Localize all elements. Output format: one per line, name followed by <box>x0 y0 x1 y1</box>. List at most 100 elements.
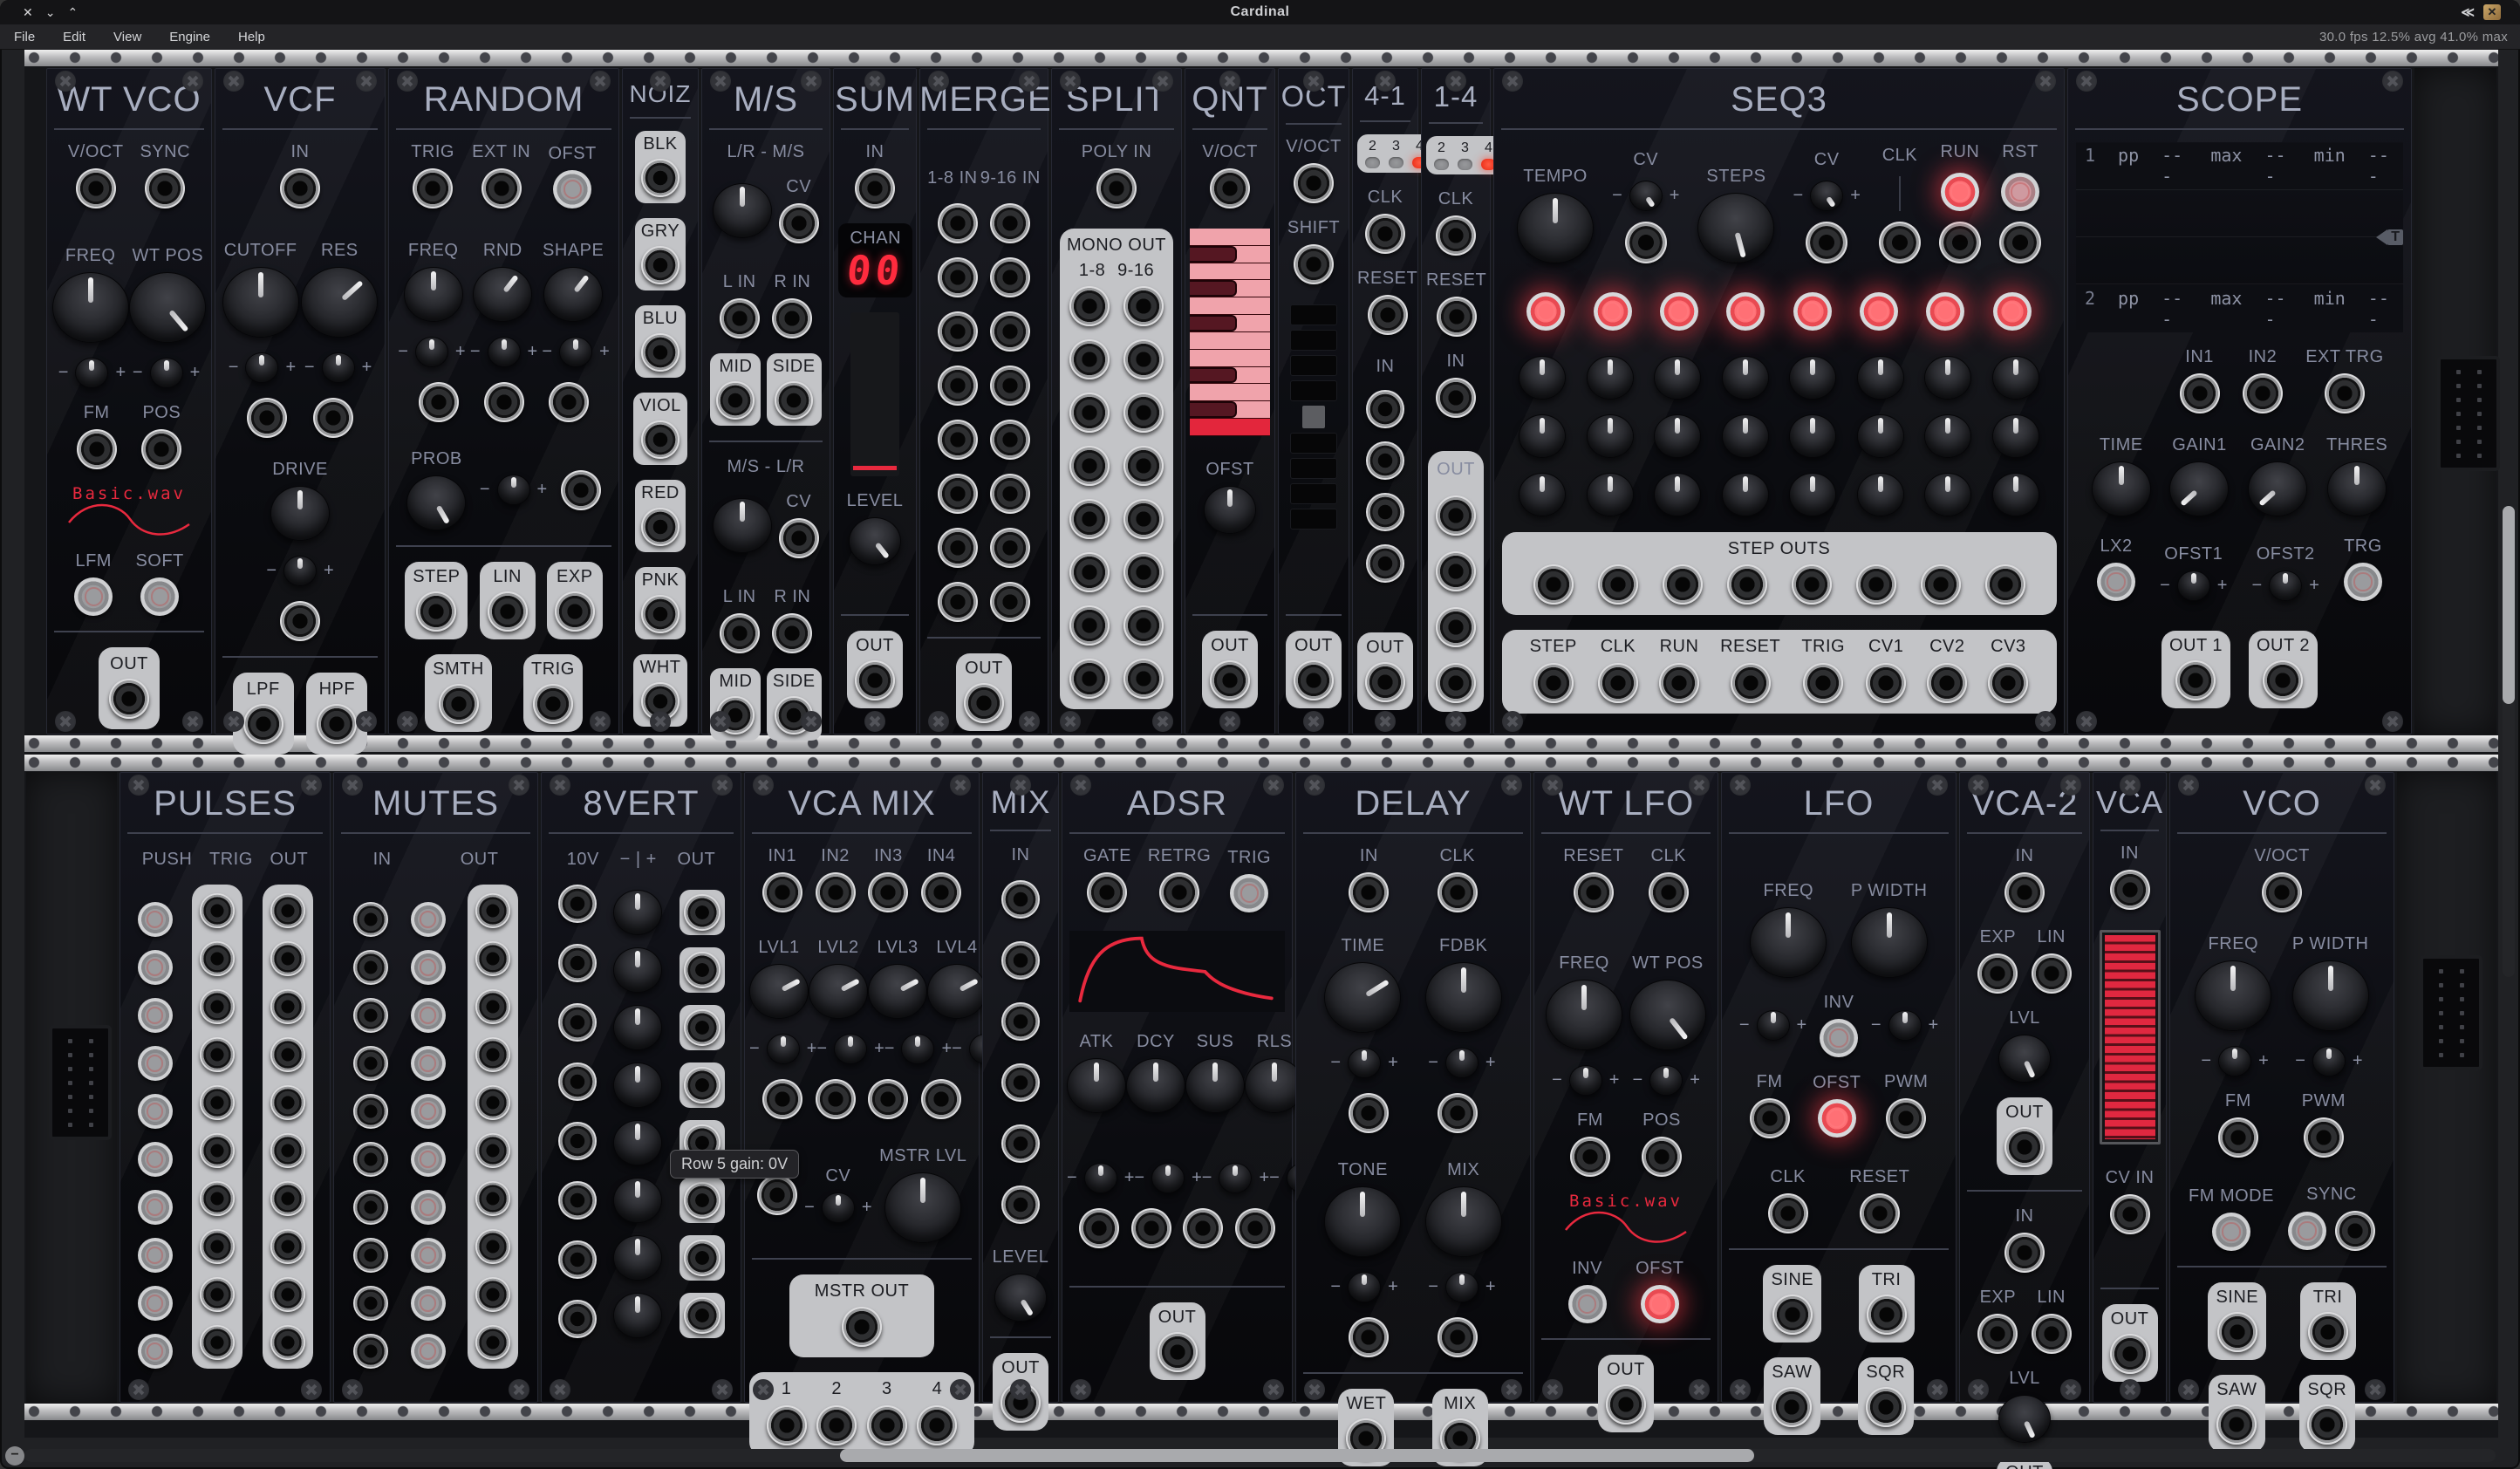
knob-knob[interactable] <box>1992 356 2039 400</box>
jack-port[interactable] <box>684 894 720 931</box>
jack-port[interactable] <box>1366 493 1404 531</box>
jack-port[interactable] <box>475 1181 510 1216</box>
jack-port[interactable] <box>868 1079 908 1119</box>
port-out[interactable] <box>1606 1384 1646 1425</box>
port-cv-cv[interactable] <box>1806 222 1847 263</box>
port-trig[interactable] <box>1803 663 1843 703</box>
jack-port[interactable] <box>1001 880 1040 919</box>
jack-port[interactable] <box>842 1307 882 1347</box>
trim-cv[interactable] <box>1629 181 1663 211</box>
knob-knob[interactable] <box>1587 414 1634 458</box>
jack-port[interactable] <box>990 528 1030 568</box>
jack-port[interactable] <box>200 941 235 976</box>
octave-step[interactable] <box>1290 355 1337 376</box>
port-lin[interactable] <box>2032 953 2072 994</box>
port-in[interactable] <box>2110 870 2150 910</box>
jack-port[interactable] <box>200 989 235 1024</box>
port-in[interactable] <box>280 168 320 208</box>
push-button[interactable] <box>138 998 173 1033</box>
gain-knob[interactable] <box>613 1005 662 1050</box>
jack-port[interactable] <box>1436 607 1476 647</box>
jack-port[interactable] <box>200 1277 235 1312</box>
button-led[interactable] <box>1726 292 1765 331</box>
jack-port[interactable] <box>1921 564 1961 605</box>
knob-shape[interactable] <box>543 267 603 322</box>
selector-led-2[interactable] <box>1365 157 1380 168</box>
jack-port[interactable] <box>757 1175 797 1215</box>
octave-step[interactable] <box>1290 458 1337 479</box>
port-pnk[interactable] <box>641 595 680 633</box>
knob-lvl[interactable] <box>1998 1395 2051 1443</box>
knob-knob[interactable] <box>1924 414 1971 458</box>
menu-item-view[interactable]: View <box>99 24 155 49</box>
port-out[interactable] <box>2004 1127 2045 1167</box>
knob-res[interactable] <box>301 267 378 338</box>
jack-port[interactable] <box>200 1229 235 1264</box>
knob-knob[interactable] <box>1722 356 1769 400</box>
jack-port[interactable] <box>1001 1063 1040 1102</box>
port-clk[interactable] <box>1436 215 1476 256</box>
push-button[interactable] <box>138 1190 173 1225</box>
port-gate[interactable] <box>1087 872 1127 912</box>
port-4[interactable] <box>917 1405 957 1445</box>
port-trig[interactable] <box>413 168 453 208</box>
knob-tone[interactable] <box>1324 1186 1401 1257</box>
horizontal-scrollbar[interactable] <box>24 1449 2496 1462</box>
key-b[interactable] <box>1190 367 1270 385</box>
port-tri[interactable] <box>1867 1295 1907 1335</box>
jack-port[interactable] <box>1069 286 1110 326</box>
octave-step[interactable] <box>1302 406 1325 428</box>
port-v-oct[interactable] <box>2262 872 2302 912</box>
jack-port[interactable] <box>1069 339 1110 379</box>
jack-port[interactable] <box>353 1238 388 1273</box>
gain-knob[interactable] <box>613 947 662 993</box>
menu-item-engine[interactable]: Engine <box>155 24 224 49</box>
port-blk[interactable] <box>641 159 680 197</box>
port-sine[interactable] <box>2217 1312 2257 1352</box>
key-w[interactable] <box>1190 332 1270 350</box>
port-viol[interactable] <box>641 420 680 459</box>
knob-mstr-lvl[interactable] <box>884 1172 961 1243</box>
port-out-2[interactable] <box>2263 660 2303 700</box>
port-sine[interactable] <box>1772 1295 1813 1335</box>
port-in1[interactable] <box>762 872 802 912</box>
jack-port[interactable] <box>353 1334 388 1369</box>
push-button[interactable] <box>138 1334 173 1369</box>
trim-knob[interactable] <box>2177 571 2210 601</box>
jack-port[interactable] <box>270 1037 305 1072</box>
jack-port[interactable] <box>558 944 597 982</box>
jack-port[interactable] <box>1123 446 1164 486</box>
jack-port[interactable] <box>762 1079 802 1119</box>
jack-port[interactable] <box>353 1142 388 1177</box>
knob-knob[interactable] <box>1992 473 2039 516</box>
jack-port[interactable] <box>1235 1208 1275 1248</box>
knob-freq[interactable] <box>1750 907 1827 978</box>
port-in2[interactable] <box>2243 373 2283 413</box>
knob-knob[interactable] <box>713 498 772 553</box>
knob-ofst[interactable] <box>1204 486 1256 534</box>
trim-knob[interactable] <box>1569 1065 1602 1096</box>
jack-port[interactable] <box>353 1094 388 1129</box>
trim-knob[interactable] <box>822 1192 855 1223</box>
port-r-in[interactable] <box>772 613 812 653</box>
trim-knob[interactable] <box>283 556 317 586</box>
jack-port[interactable] <box>1366 544 1404 583</box>
port-saw[interactable] <box>1772 1387 1812 1427</box>
key-b[interactable] <box>1190 401 1270 419</box>
jack-port[interactable] <box>270 941 305 976</box>
button-inv[interactable] <box>1568 1285 1607 1323</box>
jack-port[interactable] <box>1069 499 1110 539</box>
jack-port[interactable] <box>990 311 1030 352</box>
port-out[interactable] <box>855 660 895 700</box>
jack-port[interactable] <box>1436 495 1476 536</box>
port-lin[interactable] <box>2032 1314 2072 1354</box>
port-pos[interactable] <box>1642 1137 1682 1177</box>
port-lin[interactable] <box>488 591 528 632</box>
jack-port[interactable] <box>270 1085 305 1120</box>
jack-port[interactable] <box>1727 564 1767 605</box>
jack-port[interactable] <box>1123 339 1164 379</box>
port-l-in[interactable] <box>720 298 760 338</box>
jack-port[interactable] <box>1366 441 1404 480</box>
port-in[interactable] <box>855 168 895 208</box>
jack-port[interactable] <box>200 1133 235 1168</box>
